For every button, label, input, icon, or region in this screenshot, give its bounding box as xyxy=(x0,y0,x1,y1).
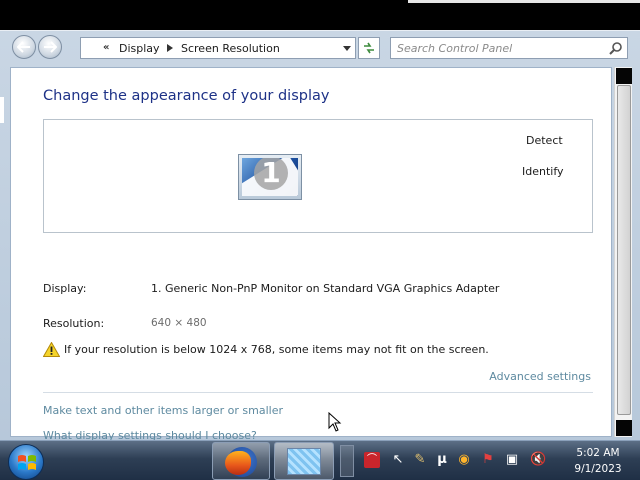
title-strip xyxy=(408,0,640,3)
screen-resolution-window: « Display Screen Resolution Search Contr… xyxy=(0,30,640,442)
control-panel-icon xyxy=(287,448,321,475)
divider xyxy=(43,392,593,393)
taskbar: ⌒ ↖ ✎ µ ◉ ⚑ ▣ 🔇 5:02 AM 9/1/2023 xyxy=(0,440,640,480)
search-input[interactable] xyxy=(391,38,603,58)
resolution-label: Resolution: xyxy=(43,317,105,330)
content-pane: Change the appearance of your display 1 … xyxy=(10,67,612,442)
scroll-down-button[interactable] xyxy=(616,420,632,436)
desktop-screen: « Display Screen Resolution Search Contr… xyxy=(0,0,640,480)
clock-time: 5:02 AM xyxy=(576,447,620,459)
windows-logo-icon xyxy=(8,444,44,480)
text-size-link[interactable]: Make text and other items larger or smal… xyxy=(43,404,283,417)
resolution-warning: If your resolution is below 1024 x 768, … xyxy=(64,343,489,356)
volume-muted-icon[interactable]: 🔇 xyxy=(530,452,546,468)
breadcrumb-screen-resolution[interactable]: Screen Resolution xyxy=(181,42,280,55)
vertical-scrollbar[interactable] xyxy=(614,67,632,437)
navigation-bar: « Display Screen Resolution xyxy=(0,31,640,65)
taskbar-control-panel-button[interactable] xyxy=(274,442,334,480)
refresh-button[interactable] xyxy=(358,37,380,59)
scroll-up-button[interactable] xyxy=(616,68,632,84)
back-button[interactable] xyxy=(12,35,36,59)
address-bar[interactable]: « Display Screen Resolution xyxy=(80,37,356,59)
chevron-down-icon[interactable] xyxy=(343,46,351,51)
monitor-1-thumbnail[interactable]: 1 xyxy=(238,154,302,200)
acrobat-icon[interactable]: ⌒ xyxy=(364,452,380,468)
refresh-icon xyxy=(364,42,374,54)
flag-icon[interactable]: ⚑ xyxy=(480,452,496,468)
forward-button[interactable] xyxy=(38,35,62,59)
warning-icon xyxy=(43,342,60,357)
detect-button[interactable]: Detect xyxy=(526,134,563,147)
firefox-icon xyxy=(225,447,257,477)
taskbar-firefox-button[interactable] xyxy=(212,442,270,480)
top-black-area xyxy=(0,0,640,30)
search-icon[interactable] xyxy=(609,41,623,55)
forward-arrow-icon xyxy=(44,41,57,53)
page-title: Change the appearance of your display xyxy=(43,88,330,104)
tools-icon[interactable]: ✎ xyxy=(412,452,428,468)
monitor-screen-preview: 1 xyxy=(242,158,298,196)
update-icon[interactable]: ◉ xyxy=(456,452,472,468)
overflow-chevron-icon[interactable]: « xyxy=(103,42,109,53)
resolution-dropdown[interactable]: 640 × 480 xyxy=(151,317,207,329)
clock-date: 9/1/2023 xyxy=(574,463,622,475)
bittorrent-icon[interactable]: µ xyxy=(434,452,450,468)
clock[interactable]: 5:02 AM 9/1/2023 xyxy=(562,445,634,477)
back-arrow-icon xyxy=(17,41,30,53)
scroll-thumb[interactable] xyxy=(617,85,631,415)
search-box[interactable] xyxy=(390,37,628,59)
identify-button[interactable]: Identify xyxy=(522,165,564,178)
mouse-cursor-icon xyxy=(328,412,342,432)
pointer-tool-icon[interactable]: ↖ xyxy=(390,452,406,468)
display-dropdown[interactable]: 1. Generic Non-PnP Monitor on Standard V… xyxy=(151,282,499,295)
breadcrumb-arrow-icon[interactable] xyxy=(167,44,173,52)
monitor-preview-area: 1 Detect Identify xyxy=(43,119,593,233)
display-label: Display: xyxy=(43,282,87,295)
taskbar-separator xyxy=(340,445,354,477)
system-tray: ⌒ ↖ ✎ µ ◉ ⚑ ▣ 🔇 xyxy=(360,441,556,480)
start-button[interactable] xyxy=(4,442,48,480)
network-icon[interactable]: ▣ xyxy=(504,452,520,468)
advanced-settings-link[interactable]: Advanced settings xyxy=(489,370,591,383)
window-edge-highlight xyxy=(0,97,4,123)
breadcrumb-display[interactable]: Display xyxy=(119,42,160,55)
